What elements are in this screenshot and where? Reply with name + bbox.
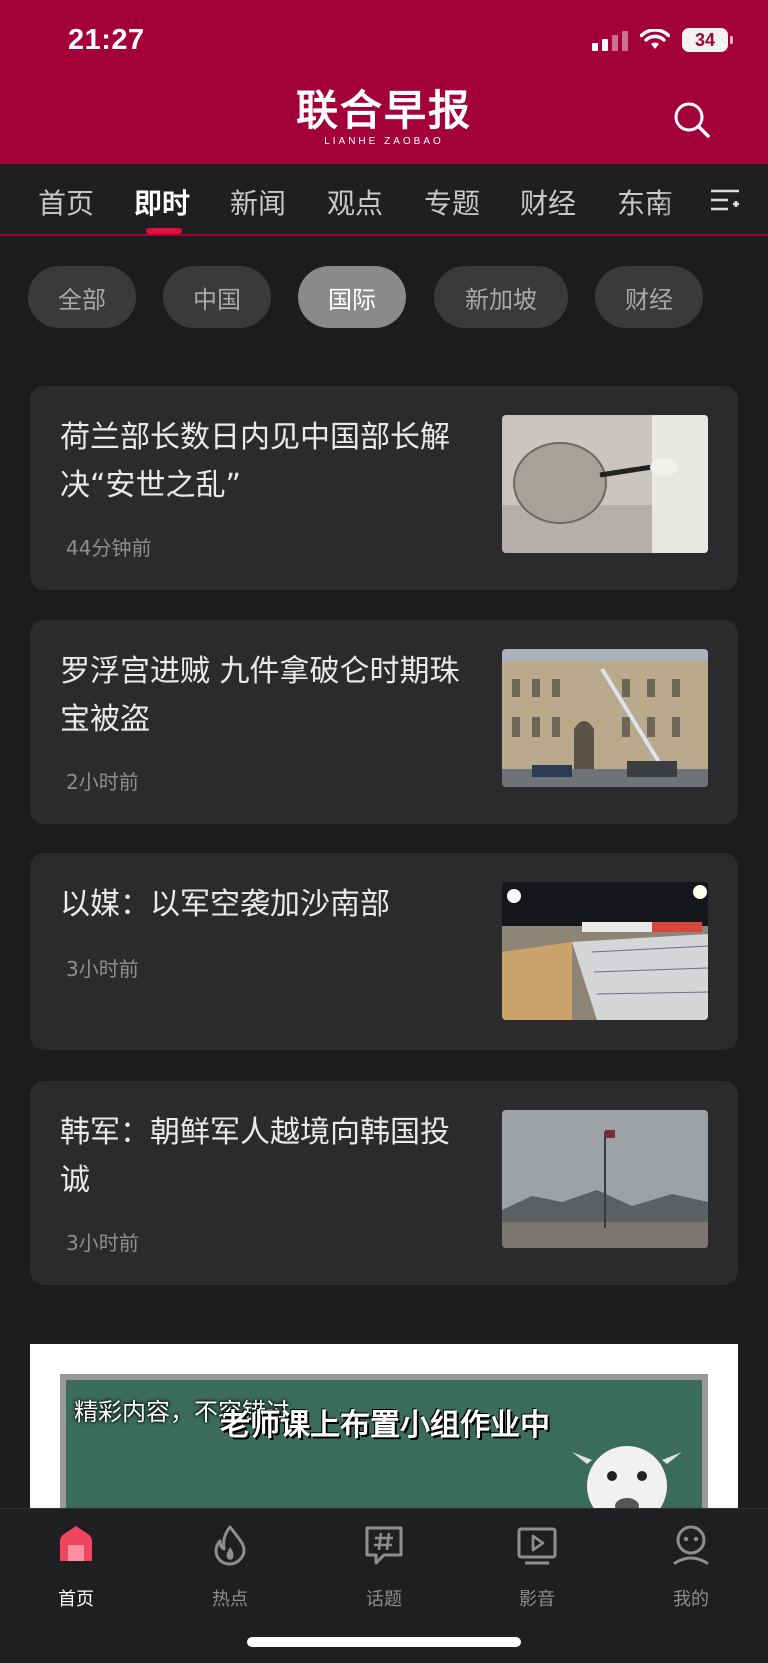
video-play-icon — [517, 1527, 557, 1565]
active-tab-indicator — [146, 228, 182, 234]
nav-video[interactable]: 影音 — [487, 1523, 587, 1611]
news-card[interactable]: 以媒：以军空袭加沙南部 3小时前 — [30, 853, 738, 1050]
filter-chip-singapore[interactable]: 新加坡 — [434, 266, 568, 328]
filter-chip-finance[interactable]: 财经 — [595, 266, 703, 328]
nav-label: 影音 — [519, 1589, 555, 1610]
tab-news[interactable]: 新闻 — [230, 182, 286, 222]
ad-headline: 老师课上布置小组作业中 — [220, 1408, 550, 1443]
channel-menu-icon[interactable] — [710, 186, 740, 214]
aid-trucks-thumbnail — [502, 882, 708, 1020]
nav-label: 我的 — [673, 1589, 709, 1610]
tab-instant[interactable]: 即时 — [134, 182, 190, 222]
news-card[interactable]: 罗浮宫进贼 九件拿破仑时期珠宝被盗 2小时前 — [30, 620, 738, 824]
search-icon[interactable] — [672, 100, 712, 140]
filter-chip-international[interactable]: 国际 — [298, 266, 406, 328]
news-card[interactable]: 韩军：朝鲜军人越境向韩国投诚 3小时前 — [30, 1081, 738, 1285]
filter-chip-china[interactable]: 中国 — [163, 266, 271, 328]
news-title: 韩军：朝鲜军人越境向韩国投诚 — [60, 1115, 450, 1198]
tab-opinion[interactable]: 观点 — [327, 182, 383, 222]
channel-tabs: 首页 即时 新闻 观点 专题 财经 东南 — [0, 164, 768, 236]
battery-indicator: 34 — [682, 28, 733, 52]
news-time: 3小时前 — [66, 1231, 139, 1255]
news-time: 3小时前 — [66, 957, 139, 981]
nav-topics[interactable]: 话题 — [334, 1523, 434, 1611]
logo-wordmark: 联合早报 — [295, 86, 472, 135]
tab-special[interactable]: 专题 — [424, 182, 480, 222]
status-icons: 34 — [592, 28, 733, 52]
news-time: 44分钟前 — [66, 536, 152, 560]
goat-illustration — [572, 1446, 682, 1514]
status-time: 21:27 — [68, 24, 145, 56]
news-title: 罗浮宫进贼 九件拿破仑时期珠宝被盗 — [60, 654, 460, 737]
app-logo: 联合早报 LIANHE ZAOBAO — [0, 86, 768, 148]
nav-label: 首页 — [58, 1589, 94, 1610]
flame-icon — [214, 1525, 246, 1566]
app-header: 21:27 34 联合早报 LIANHE ZAOBAO — [0, 0, 768, 164]
nav-label: 热点 — [212, 1589, 248, 1610]
logo-subtitle: LIANHE ZAOBAO — [324, 136, 444, 147]
home-icon — [60, 1526, 92, 1561]
home-indicator — [247, 1637, 521, 1647]
semiconductor-wafer-thumbnail — [502, 415, 708, 553]
louvre-crane-thumbnail — [502, 649, 708, 787]
nav-label: 话题 — [366, 1589, 402, 1610]
border-flagpole-thumbnail — [502, 1110, 708, 1248]
hashtag-icon — [365, 1526, 403, 1565]
nav-hot[interactable]: 热点 — [180, 1523, 280, 1611]
cellular-signal-icon — [592, 29, 628, 51]
tab-finance[interactable]: 财经 — [520, 182, 576, 222]
news-time: 2小时前 — [66, 770, 139, 794]
filter-chip-all[interactable]: 全部 — [28, 266, 136, 328]
nav-profile[interactable]: 我的 — [641, 1523, 741, 1611]
profile-icon — [673, 1525, 709, 1565]
news-title: 荷兰部长数日内见中国部长解决“安世之乱” — [60, 420, 450, 503]
news-card[interactable]: 荷兰部长数日内见中国部长解决“安世之乱” 44分钟前 — [30, 386, 738, 590]
advertisement-banner[interactable]: 精彩内容，不容错过 老师课上布置小组作业中 — [30, 1344, 738, 1514]
wifi-icon — [640, 29, 670, 49]
nav-home[interactable]: 首页 — [26, 1523, 126, 1611]
news-title: 以媒：以军空袭加沙南部 — [60, 887, 390, 922]
tab-home[interactable]: 首页 — [38, 182, 94, 222]
